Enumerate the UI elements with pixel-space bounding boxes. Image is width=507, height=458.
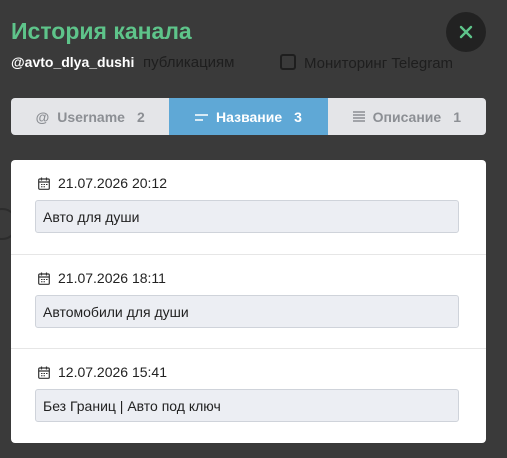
tab-label: Описание: [372, 108, 442, 125]
entry-date: 21.07.2026 18:11: [38, 270, 166, 286]
history-list: 21.07.2026 20:12 Авто для души 21.07.202…: [11, 160, 486, 443]
description-icon: [352, 109, 365, 125]
calendar-icon: [38, 366, 50, 379]
channel-username: @avto_dlya_dushi: [11, 54, 135, 70]
tab-label: Username: [57, 108, 125, 125]
close-icon: [459, 25, 473, 39]
tab-label: Название: [216, 108, 283, 125]
entry-value: Автомобили для души: [35, 295, 459, 328]
tab-count: 2: [136, 108, 145, 125]
background-nav-item: публикациям: [143, 54, 235, 71]
tab-title[interactable]: Название 3: [169, 98, 328, 135]
history-entry: 12.07.2026 15:41 Без Границ | Авто под к…: [11, 348, 486, 443]
title-icon: [195, 109, 209, 125]
entry-value: Авто для души: [35, 200, 459, 233]
modal-title: История канала: [11, 18, 192, 44]
entry-value: Без Границ | Авто под ключ: [35, 389, 459, 422]
monitor-icon: [280, 54, 296, 70]
tab-count: 1: [453, 108, 461, 125]
entry-date: 21.07.2026 20:12: [38, 175, 167, 191]
tab-count: 3: [294, 108, 302, 125]
at-icon: @: [35, 108, 50, 125]
history-tabs: @ Username 2 Название 3 Описание 1: [11, 98, 486, 135]
history-entry: 21.07.2026 20:12 Авто для души: [11, 160, 486, 254]
close-button[interactable]: [446, 12, 486, 52]
tab-username[interactable]: @ Username 2: [11, 98, 169, 135]
entry-date: 12.07.2026 15:41: [38, 364, 167, 380]
calendar-icon: [38, 177, 50, 190]
calendar-icon: [38, 272, 50, 285]
background-nav-item: Мониторинг Telegram: [280, 54, 453, 72]
tab-description[interactable]: Описание 1: [328, 98, 486, 135]
history-entry: 21.07.2026 18:11 Автомобили для души: [11, 254, 486, 349]
